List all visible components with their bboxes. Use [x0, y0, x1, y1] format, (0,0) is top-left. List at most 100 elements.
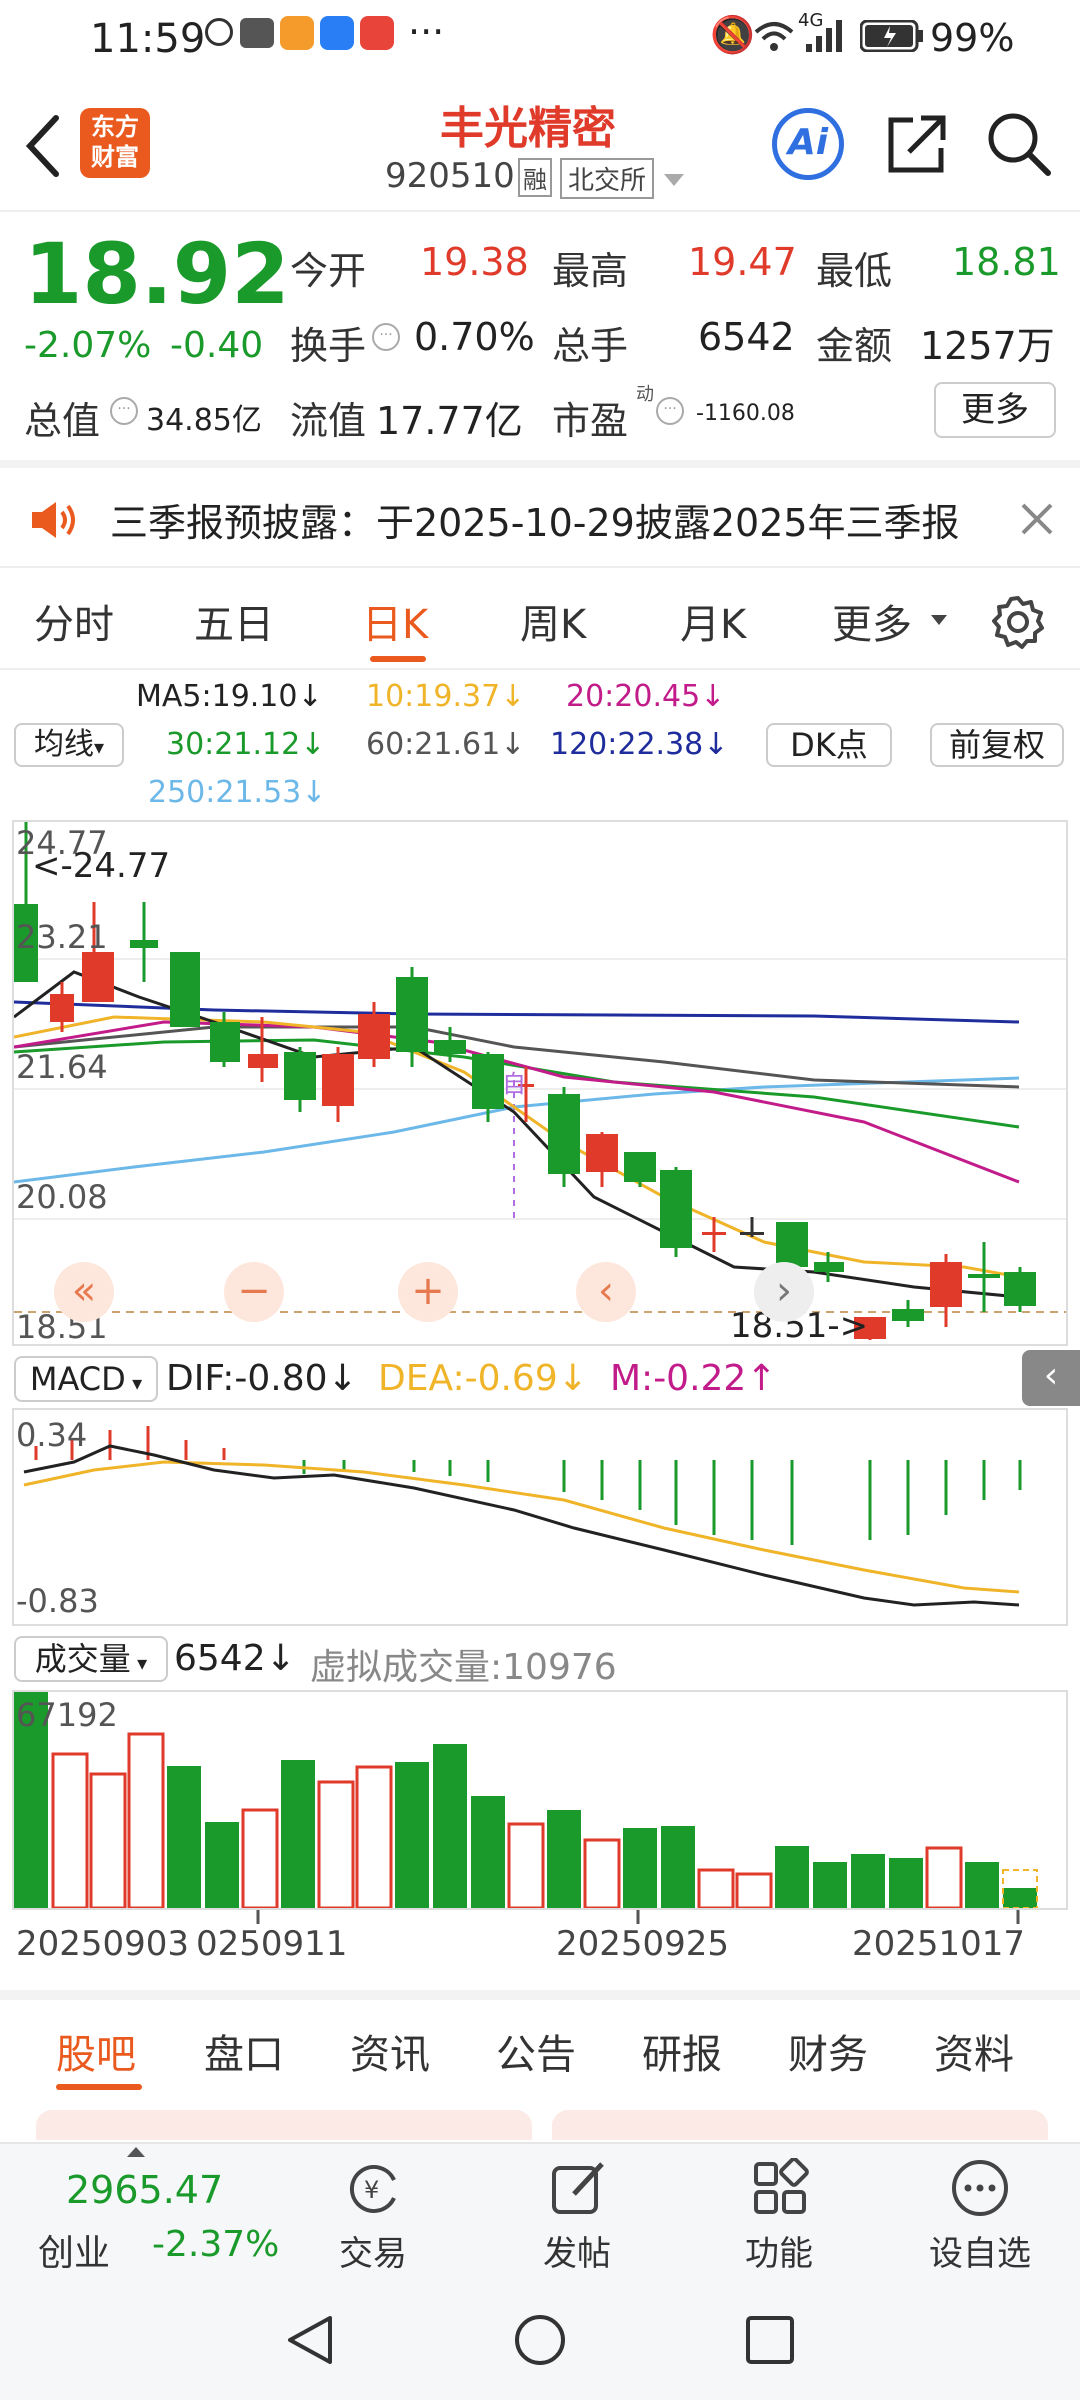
zoom-in-button[interactable]: +	[398, 1262, 458, 1322]
mktcap-label: 总值	[24, 399, 101, 443]
macd-dea: DEA:-0.69↓	[378, 1358, 588, 1399]
search-icon[interactable]	[985, 110, 1053, 178]
gear-icon[interactable]	[990, 594, 1046, 650]
adjust-selector[interactable]: 前复权	[930, 723, 1064, 767]
tab-guba[interactable]: 股吧	[56, 2022, 136, 2080]
info-icon[interactable]: ···	[656, 397, 684, 425]
ma-legend: 均线▾ MA5:19.10↓ 10:19.37↓ 20:20.45↓ 30:21…	[0, 675, 1080, 815]
tab-daily-k[interactable]: 日K	[362, 592, 428, 650]
amount-value: 1257万	[920, 324, 1055, 368]
share-icon[interactable]	[885, 112, 949, 176]
mktcap-value: 34.85亿	[146, 403, 262, 438]
tab-research[interactable]: 研报	[642, 2022, 722, 2080]
high-value: 19.47	[688, 240, 797, 284]
back-triangle-icon[interactable]	[282, 2312, 338, 2368]
tab-weekly-k[interactable]: 周K	[520, 592, 586, 650]
stock-code: 920510	[385, 156, 515, 196]
active-tab-indicator	[56, 2084, 142, 2090]
card-preview	[36, 2110, 532, 2140]
more-quote-button[interactable]: 更多	[934, 382, 1056, 438]
ma20-value: 20:20.45↓	[566, 679, 726, 714]
ma250-value: 250:21.53↓	[148, 775, 327, 810]
post-button[interactable]: 发帖	[522, 2154, 632, 2274]
exchange-dropdown-icon[interactable]	[662, 172, 686, 188]
tab-timeshare[interactable]: 分时	[34, 592, 114, 650]
ai-button[interactable]: Ai	[772, 108, 844, 180]
notice-bar[interactable]: 三季报预披露：于2025-10-29披露2025年三季报	[0, 470, 1080, 570]
back-icon[interactable]	[22, 114, 62, 178]
pe-dynamic-mark: 动	[636, 384, 654, 405]
active-tab-indicator	[370, 656, 426, 662]
volume-value: 6542↓	[174, 1638, 296, 1679]
step-right-button[interactable]: ›	[754, 1262, 814, 1322]
virtual-volume: 虚拟成交量:10976	[310, 1647, 617, 1688]
tab-more[interactable]: 更多	[832, 592, 912, 650]
date-label: 20251017	[852, 1924, 1026, 1964]
status-time: 11:59	[90, 16, 206, 62]
home-circle-icon[interactable]	[512, 2312, 568, 2368]
macd-svg	[23, 1426, 1022, 1607]
tab-announcements[interactable]: 公告	[496, 2022, 576, 2080]
macd-header: MACD ▾ DIF:-0.80↓ DEA:-0.69↓ M:-0.22↑ ‹	[0, 1350, 1080, 1410]
pe-label: 市盈	[552, 399, 629, 443]
fast-backward-button[interactable]: «	[54, 1262, 114, 1322]
float-value: 17.77亿	[376, 399, 523, 443]
tab-monthly-k[interactable]: 月K	[680, 592, 746, 650]
zoom-out-button[interactable]: −	[224, 1262, 284, 1322]
self-select-marker: 自	[502, 1070, 526, 1098]
tab-five-day[interactable]: 五日	[194, 592, 274, 650]
ma-selector[interactable]: 均线▾	[14, 723, 124, 767]
collapse-panel-button[interactable]: ‹	[1022, 1350, 1080, 1406]
content-tabs: 股吧 盘口 资讯 公告 研报 财务 资料	[0, 2000, 1080, 2100]
info-icon[interactable]: ···	[110, 397, 138, 425]
tab-news[interactable]: 资讯	[350, 2022, 430, 2080]
index-value: 2965.47	[66, 2168, 224, 2212]
divider	[0, 460, 1080, 468]
ma120-value: 120:22.38↓	[550, 727, 729, 762]
turnover-label: 换手	[290, 324, 367, 368]
y-axis-label: 23.21	[16, 918, 108, 956]
edit-icon	[552, 2162, 604, 2214]
macd-dif: DIF:-0.80↓	[166, 1358, 358, 1399]
kline-svg	[13, 822, 1066, 1340]
mute-icon: 🔕	[710, 15, 755, 56]
macd-selector[interactable]: MACD ▾	[14, 1356, 158, 1402]
info-icon[interactable]: ···	[372, 323, 400, 351]
pe-value: -1160.08	[696, 401, 795, 426]
system-nav-bar	[0, 2282, 1080, 2400]
change-percent: -2.07%	[24, 325, 152, 366]
signal-icon	[806, 20, 842, 52]
volume-label: 总手	[552, 324, 629, 368]
divider	[0, 566, 1080, 568]
index-change: -2.37%	[152, 2224, 280, 2265]
exchange-badge: 北交所	[560, 158, 655, 199]
stock-header: 东方 财富 丰光精密 920510 融 北交所 Ai	[0, 90, 1080, 210]
dk-points-button[interactable]: DK点	[766, 723, 892, 767]
more-notifications-icon: ···	[408, 10, 445, 54]
trade-button[interactable]: ¥ 交易	[318, 2154, 428, 2274]
call-icon	[205, 18, 233, 46]
step-left-button[interactable]: ‹	[576, 1262, 636, 1322]
volume-selector[interactable]: 成交量 ▾	[14, 1636, 168, 1682]
trade-icon: ¥	[350, 2165, 396, 2213]
more-circle-icon	[952, 2160, 1008, 2216]
volume-header: 成交量 ▾ 6542↓ 虚拟成交量:10976	[0, 1630, 1080, 1690]
high-label: 最高	[552, 249, 629, 293]
app-logo: 东方 财富	[80, 108, 150, 178]
max-price-marker: <-24.77	[32, 846, 171, 886]
tab-orderbook[interactable]: 盘口	[204, 2022, 284, 2080]
features-button[interactable]: 功能	[724, 2154, 834, 2274]
low-value: 18.81	[952, 240, 1061, 284]
status-bar: 11:59 ··· 🔕 4G 99%	[0, 0, 1080, 80]
stock-name: 丰光精密	[440, 103, 616, 154]
kline-chart[interactable]: 24.77 23.21 21.64 20.08 18.51 <-24.77 18…	[12, 820, 1068, 1346]
date-axis: 20250903 0250911 20250925 20251017	[0, 1910, 1080, 1970]
recents-square-icon[interactable]	[742, 2312, 798, 2368]
tab-profile[interactable]: 资料	[934, 2022, 1014, 2080]
add-watchlist-button[interactable]: 设自选	[910, 2154, 1050, 2274]
date-label: 20250925	[556, 1924, 730, 1964]
tab-financials[interactable]: 财务	[788, 2022, 868, 2080]
video-app-icon	[280, 16, 314, 50]
close-icon[interactable]	[1020, 502, 1054, 536]
macd-y-bottom: -0.83	[16, 1582, 99, 1620]
